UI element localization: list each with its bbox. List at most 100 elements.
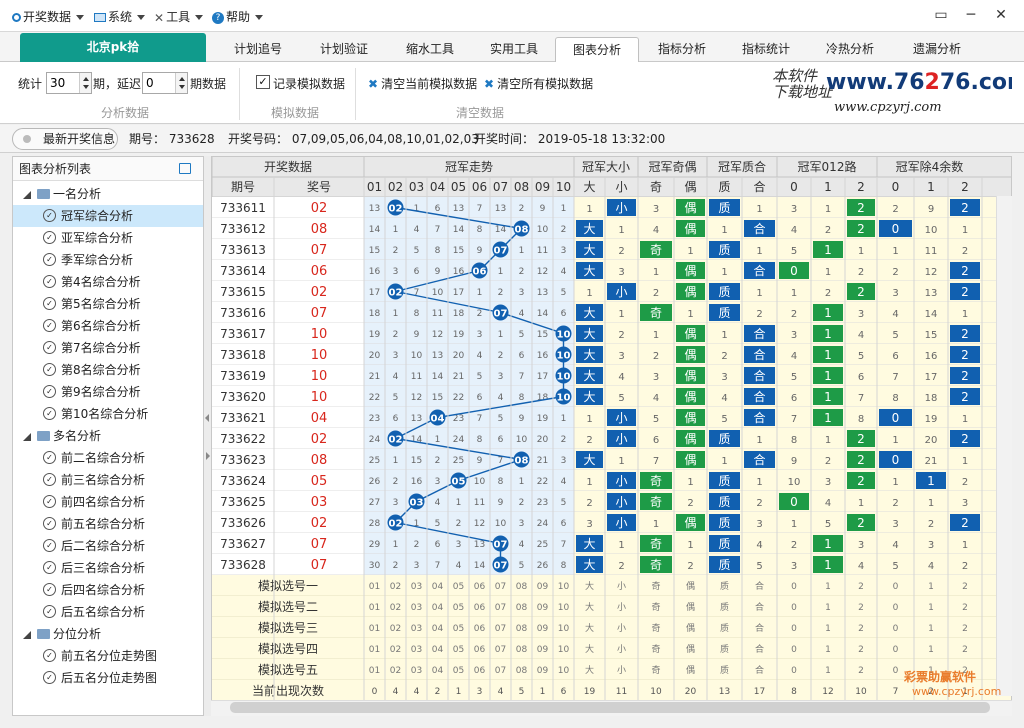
minimize-button[interactable]: ─: [956, 4, 986, 26]
vertical-scrollbar[interactable]: [996, 196, 1012, 696]
tree-item[interactable]: ✓ 第4名综合分析: [13, 271, 203, 293]
tree-item[interactable]: ✓ 后三名综合分析: [13, 557, 203, 579]
tab-plan-verify[interactable]: 计划验证: [302, 37, 386, 62]
attr-value: 2: [687, 498, 693, 509]
miss-value: 2: [456, 519, 462, 529]
sim-value: 偶: [686, 601, 695, 613]
miss-value: 12: [411, 393, 422, 403]
attr-value: 1: [892, 435, 898, 446]
miss-value: 3: [498, 372, 504, 382]
miss-value: 7: [498, 456, 504, 466]
attr-value: 2: [892, 498, 898, 509]
stat-count-input[interactable]: [47, 73, 77, 93]
miss-value: 4: [561, 477, 567, 487]
tab-plan-chase[interactable]: 计划追号: [216, 37, 300, 62]
tree-item[interactable]: ✓ 第10名综合分析: [13, 403, 203, 425]
tab-chart-analysis[interactable]: 图表分析: [555, 37, 639, 63]
sim-value: 0: [791, 582, 797, 592]
tree-group[interactable]: 分位分析: [13, 623, 203, 645]
miss-value: 3: [393, 498, 399, 508]
sim-value: 小: [617, 581, 626, 592]
stepper-arrows[interactable]: [175, 73, 187, 93]
sim-value: 奇: [651, 622, 660, 634]
miss-value: 14: [369, 225, 381, 235]
tree-item[interactable]: ✓ 前五名分位走势图: [13, 645, 203, 667]
tab-indicator-analysis[interactable]: 指标分析: [640, 37, 724, 62]
menu-system[interactable]: 系统: [94, 9, 146, 25]
tab-hot-cold[interactable]: 冷热分析: [808, 37, 892, 62]
attr-value: 1: [825, 267, 831, 278]
horizontal-scroll-thumb[interactable]: [230, 702, 990, 713]
tree-item[interactable]: ✓ 第9名综合分析: [13, 381, 203, 403]
attr-value: 1: [892, 477, 898, 488]
window-icon[interactable]: [179, 163, 191, 174]
tree-item[interactable]: ✓ 后二名综合分析: [13, 535, 203, 557]
tab-home-lottery[interactable]: 北京pk拾: [20, 33, 206, 62]
tree-item[interactable]: ✓ 后四名综合分析: [13, 579, 203, 601]
expand-right-icon[interactable]: [206, 452, 210, 460]
sim-value: 大: [585, 580, 594, 592]
tab-shrink-tool[interactable]: 缩水工具: [388, 37, 472, 62]
tree-item-label: 后四名综合分析: [61, 583, 146, 597]
collapse-left-icon[interactable]: [205, 414, 209, 422]
tree-item[interactable]: ✓ 第5名综合分析: [13, 293, 203, 315]
clear-all-sim-button[interactable]: ✖ 清空所有模拟数据: [484, 76, 593, 92]
tree-item[interactable]: ✓ 后五名综合分析: [13, 601, 203, 623]
hit-value: 奇: [650, 474, 662, 488]
clear-current-sim-button[interactable]: ✖ 清空当前模拟数据: [368, 76, 477, 92]
tab-bar: 北京pk拾 计划追号 计划验证 缩水工具 实用工具 图表分析 指标分析 指标统计…: [0, 32, 1024, 63]
tree-item[interactable]: ✓ 前二名综合分析: [13, 447, 203, 469]
tree-item[interactable]: ✓ 第7名综合分析: [13, 337, 203, 359]
attr-value: 19: [925, 414, 938, 425]
miss-value: 1: [561, 204, 567, 214]
chevron-down-icon: [195, 15, 204, 20]
latest-draw-button[interactable]: 最新开奖信息: [12, 128, 118, 150]
miss-value: 9: [414, 330, 420, 340]
tree-item[interactable]: ✓ 第8名综合分析: [13, 359, 203, 381]
tab-indicator-stats[interactable]: 指标统计: [724, 37, 808, 62]
tree-item[interactable]: ✓ 前三名综合分析: [13, 469, 203, 491]
tree-item[interactable]: ✓ 前五名综合分析: [13, 513, 203, 535]
menu-help[interactable]: ? 帮助: [212, 9, 264, 25]
hit-value: 0: [892, 222, 900, 236]
delay-stepper[interactable]: [142, 72, 188, 94]
tree-group[interactable]: 一名分析: [13, 183, 203, 205]
period-number: 733613: [220, 243, 266, 257]
panel-splitter[interactable]: [204, 156, 211, 716]
stat-count-stepper[interactable]: [46, 72, 92, 94]
tree-item[interactable]: ✓ 第6名综合分析: [13, 315, 203, 337]
hit-value: 偶: [684, 327, 696, 341]
delay-input[interactable]: [143, 73, 173, 93]
close-button[interactable]: ✕: [986, 4, 1016, 26]
sim-value: 质: [720, 664, 729, 676]
expand-triangle-icon[interactable]: [23, 191, 31, 199]
attr-value: 3: [791, 204, 797, 215]
restore-button[interactable]: ▭: [926, 4, 956, 26]
sim-value: 质: [720, 622, 729, 634]
tree-group[interactable]: 多名分析: [13, 425, 203, 447]
tree-item[interactable]: ✓ 后五名分位走势图: [13, 667, 203, 689]
record-sim-checkbox[interactable]: ✓: [256, 75, 270, 89]
miss-value: 26: [369, 477, 381, 487]
expand-triangle-icon[interactable]: [23, 631, 31, 639]
tab-practical-tool[interactable]: 实用工具: [472, 37, 556, 62]
attr-value: 5: [653, 414, 659, 425]
expand-triangle-icon[interactable]: [23, 433, 31, 441]
menu-tools[interactable]: ✕ 工具: [154, 9, 204, 25]
stepper-arrows[interactable]: [79, 73, 91, 93]
tree-item[interactable]: ✓ 亚军综合分析: [13, 227, 203, 249]
tab-omission[interactable]: 遗漏分析: [892, 37, 982, 62]
trend-ball-label: 08: [515, 225, 529, 236]
miss-value: 16: [537, 351, 549, 361]
tree-item[interactable]: ✓ 季军综合分析: [13, 249, 203, 271]
attr-value: 3: [756, 519, 762, 530]
tree-item[interactable]: ✓ 前四名综合分析: [13, 491, 203, 513]
menu-open-data[interactable]: 开奖数据: [12, 9, 85, 25]
attr-value: 4: [721, 393, 727, 404]
prize-number: 10: [311, 369, 328, 384]
miss-value: 2: [393, 561, 399, 571]
attr-value: 7: [791, 414, 797, 425]
sim-value: 1: [825, 603, 831, 613]
check-circle-icon: ✓: [43, 231, 56, 244]
tree-item[interactable]: ✓ 冠军综合分析: [13, 205, 203, 227]
